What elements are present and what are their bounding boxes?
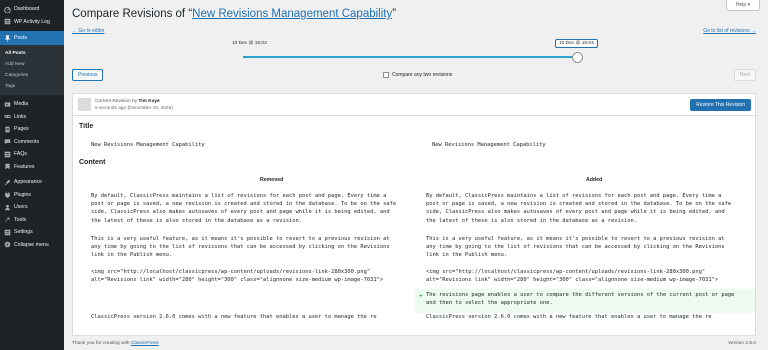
footer-version: Version 2.6.0 <box>727 341 756 346</box>
sidebar-item-media[interactable]: Media <box>0 98 64 111</box>
sidebar-item-appearance[interactable]: Appearance <box>0 176 64 189</box>
features-icon <box>4 163 11 170</box>
compare-two-revisions[interactable]: Compare any two revisions <box>383 72 452 78</box>
diff-panel: Title New Revisions Management Capabilit… <box>72 116 756 336</box>
title-added: New Revisions Management Capability <box>432 142 546 148</box>
submenu-tags[interactable]: Tags <box>0 81 64 92</box>
sidebar-item-links[interactable]: Links <box>0 111 64 124</box>
media-icon <box>4 101 11 108</box>
sidebar-item-posts[interactable]: Posts <box>0 31 64 45</box>
sidebar-item-users[interactable]: Users <box>0 201 64 214</box>
posts-submenu: All Posts Add New Categories Tags <box>0 45 64 95</box>
submenu-all-posts[interactable]: All Posts <box>0 48 64 59</box>
title-removed: New Revisions Management Capability <box>91 142 205 148</box>
admin-sidebar: Dashboard WP Activity Log Posts All Post… <box>0 0 64 350</box>
sidebar-item-tools[interactable]: Tools <box>0 214 64 227</box>
classicpress-link[interactable]: ClassicPress <box>131 341 159 346</box>
page-title: Compare Revisions of “New Revisions Mana… <box>72 8 397 20</box>
removed-paragraph-2: This is a very useful feature, as it mea… <box>91 236 390 259</box>
avatar <box>78 98 91 111</box>
removed-paragraph-1: By default, ClassicPress maintains a lis… <box>91 193 397 224</box>
added-paragraph-1: By default, ClassicPress maintains a lis… <box>426 193 732 224</box>
sidebar-item-settings[interactable]: Settings <box>0 226 64 239</box>
sidebar-item-dashboard[interactable]: Dashboard <box>0 3 64 16</box>
activity-log-icon <box>4 18 11 25</box>
revision-time: 5 seconds ago (December 10, 2025) <box>95 106 173 111</box>
sidebar-item-comments[interactable]: Comments <box>0 136 64 149</box>
sidebar-item-features[interactable]: Features <box>0 161 64 174</box>
sidebar-item-plugins[interactable]: Plugins <box>0 189 64 202</box>
link-icon <box>4 113 11 120</box>
submenu-categories[interactable]: Categories <box>0 70 64 81</box>
slider-left-label: 10 Dec @ 15:03 <box>232 41 267 46</box>
pushpin-icon <box>4 34 11 42</box>
dashboard-icon <box>4 6 11 13</box>
plus-icon: + <box>419 293 423 300</box>
help-tab-button[interactable]: Help ▾ <box>726 0 760 11</box>
slider-right-label: 10 Dec @ 15:04 <box>555 38 598 48</box>
title-section-heading: Title <box>79 123 94 130</box>
added-image-line: <img src="http://localhost/classicpress/… <box>426 269 719 284</box>
footer-thanks: Thank you for creating with ClassicPress <box>72 341 159 346</box>
user-icon <box>4 204 11 211</box>
revision-slider[interactable] <box>243 56 580 58</box>
comment-icon <box>4 138 11 145</box>
go-to-editor-link[interactable]: ← Go to editor <box>72 28 105 34</box>
plug-icon <box>4 191 11 199</box>
page-icon <box>4 126 11 133</box>
revision-slider-handle[interactable] <box>572 52 583 63</box>
faq-icon <box>4 151 11 158</box>
revision-meta-bar: Current Revision by Tim Kaye 5 seconds a… <box>72 93 756 116</box>
next-button[interactable]: Next <box>733 69 756 81</box>
brush-icon <box>4 179 11 186</box>
submenu-add-new[interactable]: Add New <box>0 59 64 70</box>
compare-checkbox[interactable] <box>383 72 389 78</box>
main-content: Help ▾ Compare Revisions of “New Revisio… <box>64 0 768 350</box>
added-paragraph-2: This is a very useful feature, as it mea… <box>426 236 725 259</box>
removed-last-line: ClassicPress version 2.6.0 comes with a … <box>91 314 377 320</box>
content-section-heading: Content <box>79 159 106 166</box>
previous-button[interactable]: Previous <box>72 69 104 81</box>
post-title-link[interactable]: New Revisions Management Capability <box>192 8 392 20</box>
added-column-header: Added <box>586 177 603 183</box>
revision-author: Current Revision by Tim Kaye <box>95 99 160 104</box>
added-new-line: The revisions page enables a user to com… <box>426 292 735 307</box>
wrench-icon <box>4 216 11 223</box>
sidebar-item-pages[interactable]: Pages <box>0 123 64 136</box>
go-to-revisions-list-link[interactable]: Go to list of revisions → <box>703 28 756 34</box>
collapse-icon <box>4 241 11 248</box>
restore-revision-button[interactable]: Restore This Revision <box>690 99 751 111</box>
sidebar-collapse-menu[interactable]: Collapse menu <box>0 239 64 252</box>
removed-image-line: <img src="http://localhost/classicpress/… <box>91 269 384 284</box>
added-last-line: ClassicPress version 2.6.0 comes with a … <box>426 314 712 320</box>
sidebar-item-faqs[interactable]: FAQs <box>0 148 64 161</box>
removed-column-header: Removed <box>260 177 284 183</box>
sidebar-item-activity-log[interactable]: WP Activity Log <box>0 16 64 29</box>
settings-icon <box>4 229 11 236</box>
